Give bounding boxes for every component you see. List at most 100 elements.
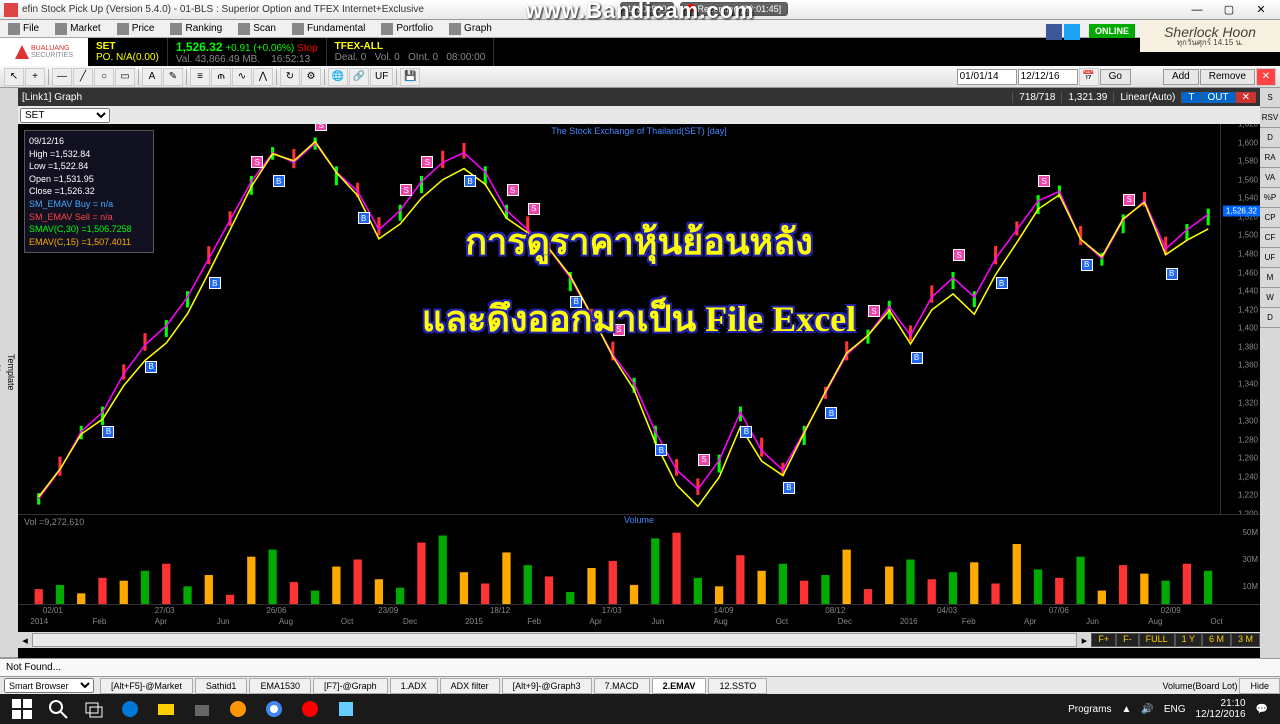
buy-marker: B — [1166, 268, 1178, 280]
rightbtn-M[interactable]: M — [1260, 268, 1280, 288]
remove-button[interactable]: Remove — [1200, 69, 1255, 85]
rightbtn-D[interactable]: D — [1260, 128, 1280, 148]
tool-hlines[interactable]: ≡ — [190, 68, 210, 86]
tool-link[interactable]: 🔗 — [349, 68, 369, 86]
sell-marker: S — [400, 184, 412, 196]
rightbtn-W[interactable]: W — [1260, 288, 1280, 308]
tool-circle[interactable]: ○ — [94, 68, 114, 86]
hide-button[interactable]: Hide — [1239, 678, 1280, 694]
tab-3[interactable]: [F7]-@Graph — [313, 678, 388, 694]
tool-fib[interactable]: ⫙ — [211, 68, 231, 86]
close-button[interactable]: ✕ — [1246, 2, 1276, 18]
firefox-icon[interactable] — [220, 696, 256, 722]
rightbtn-S[interactable]: S — [1260, 88, 1280, 108]
rightbtn-D[interactable]: D — [1260, 308, 1280, 328]
tab-4[interactable]: 1.ADX — [390, 678, 438, 694]
tab-8[interactable]: 2.EMAV — [652, 678, 707, 694]
tray-lang[interactable]: ENG — [1164, 704, 1186, 715]
menu-portfolio[interactable]: Portfolio — [373, 23, 441, 35]
facebook-icon[interactable] — [1046, 24, 1062, 40]
explorer-icon[interactable] — [148, 696, 184, 722]
maximize-button[interactable]: ▢ — [1214, 2, 1244, 18]
chrome-icon[interactable] — [256, 696, 292, 722]
bandicam-icon[interactable] — [292, 696, 328, 722]
menu-market[interactable]: Market — [47, 23, 109, 35]
tab-1[interactable]: Sathid1 — [195, 678, 248, 694]
range-full[interactable]: FULL — [1139, 633, 1175, 647]
lefttab-alert[interactable]: Alert — [0, 88, 4, 658]
tray-volume-icon[interactable]: 🔊 — [1141, 704, 1153, 715]
price-chart[interactable]: The Stock Exchange of Thailand(SET) [day… — [18, 124, 1260, 514]
sherlock-banner: Sherlock Hoon ทุกวันศุกร์ 14.15 น. — [1140, 20, 1280, 52]
tool-pointer[interactable]: ↖ — [4, 68, 24, 86]
menu-file[interactable]: File — [0, 23, 47, 35]
scrollbar[interactable] — [32, 633, 1077, 647]
scroll-left[interactable]: ◂ — [18, 634, 32, 647]
rightbtn-VA[interactable]: VA — [1260, 168, 1280, 188]
rightbtn-CF[interactable]: CF — [1260, 228, 1280, 248]
tool-text[interactable]: A — [142, 68, 162, 86]
app-task-icon[interactable] — [328, 696, 364, 722]
tool-rect[interactable]: ▭ — [115, 68, 135, 86]
menu-graph[interactable]: Graph — [441, 23, 500, 35]
out-button[interactable]: OUT — [1201, 92, 1235, 103]
menu-price[interactable]: Price — [109, 23, 163, 35]
browser-select[interactable]: Smart Browser — [4, 678, 94, 693]
tray-programs[interactable]: Programs — [1068, 704, 1111, 715]
buy-marker: B — [273, 175, 285, 187]
buy-marker: B — [740, 426, 752, 438]
range-fplus[interactable]: F+ — [1091, 633, 1116, 647]
t-button[interactable]: T — [1181, 92, 1200, 103]
tab-2[interactable]: EMA1530 — [249, 678, 311, 694]
tool-pen[interactable]: ✎ — [163, 68, 183, 86]
taskview-icon[interactable] — [76, 696, 112, 722]
scroll-right[interactable]: ▸ — [1077, 634, 1091, 647]
symbol-select[interactable]: SET — [20, 108, 110, 123]
rightbtn-RA[interactable]: RA — [1260, 148, 1280, 168]
tab-0[interactable]: [Alt+F5]-@Market — [100, 678, 193, 694]
rightbtn-UF[interactable]: UF — [1260, 248, 1280, 268]
tab-7[interactable]: 7.MACD — [594, 678, 650, 694]
tab-6[interactable]: [Alt+9]-@Graph3 — [502, 678, 592, 694]
date-to-input[interactable] — [1018, 69, 1078, 85]
tool-line2[interactable]: ╱ — [73, 68, 93, 86]
start-button[interactable] — [4, 696, 40, 722]
calendar-icon[interactable]: 📅 — [1079, 68, 1099, 86]
lefttab-template[interactable]: Template — [4, 88, 18, 658]
rightbtn-RSV[interactable]: RSV — [1260, 108, 1280, 128]
toolbar: ↖ + — ╱ ○ ▭ A ✎ ≡ ⫙ ∿ ⋀ ↻ ⚙ 🌐 🔗 UF 💾 📅 G… — [0, 66, 1280, 88]
date-from-input[interactable] — [957, 69, 1017, 85]
range-6m[interactable]: 6 M — [1202, 633, 1231, 647]
tool-crosshair[interactable]: + — [25, 68, 45, 86]
tool-refresh[interactable]: ↻ — [280, 68, 300, 86]
rightbtn-%P[interactable]: %P — [1260, 188, 1280, 208]
tool-zig[interactable]: ⋀ — [253, 68, 273, 86]
add-button[interactable]: Add — [1163, 69, 1199, 85]
volume-chart[interactable]: Vol =9,272,610 Volume 50M30M10M — [18, 514, 1260, 604]
tool-line[interactable]: — — [52, 68, 72, 86]
tool-uf[interactable]: UF — [370, 68, 393, 86]
rightbtn-CP[interactable]: CP — [1260, 208, 1280, 228]
range-fminus[interactable]: F- — [1116, 633, 1139, 647]
minimize-button[interactable]: — — [1182, 2, 1212, 18]
menu-ranking[interactable]: Ranking — [162, 23, 230, 35]
close-panel-button[interactable]: ✕ — [1256, 68, 1276, 86]
tray-notifications-icon[interactable]: 💬 — [1256, 704, 1268, 715]
twitter-icon[interactable] — [1064, 24, 1080, 40]
range-3m[interactable]: 3 M — [1231, 633, 1260, 647]
search-icon[interactable] — [40, 696, 76, 722]
tab-5[interactable]: ADX filter — [440, 678, 500, 694]
edge-icon[interactable] — [112, 696, 148, 722]
tool-save[interactable]: 💾 — [400, 68, 420, 86]
tool-wave[interactable]: ∿ — [232, 68, 252, 86]
buy-marker: B — [464, 175, 476, 187]
tool-globe[interactable]: 🌐 — [328, 68, 348, 86]
menu-scan[interactable]: Scan — [230, 23, 284, 35]
menu-fundamental[interactable]: Fundamental — [284, 23, 373, 35]
range-1y[interactable]: 1 Y — [1175, 633, 1202, 647]
store-icon[interactable] — [184, 696, 220, 722]
tool-settings[interactable]: ⚙ — [301, 68, 321, 86]
chart-close-button[interactable]: ✕ — [1235, 92, 1256, 103]
go-button[interactable]: Go — [1100, 69, 1131, 85]
tab-9[interactable]: 12.SSTO — [708, 678, 767, 694]
